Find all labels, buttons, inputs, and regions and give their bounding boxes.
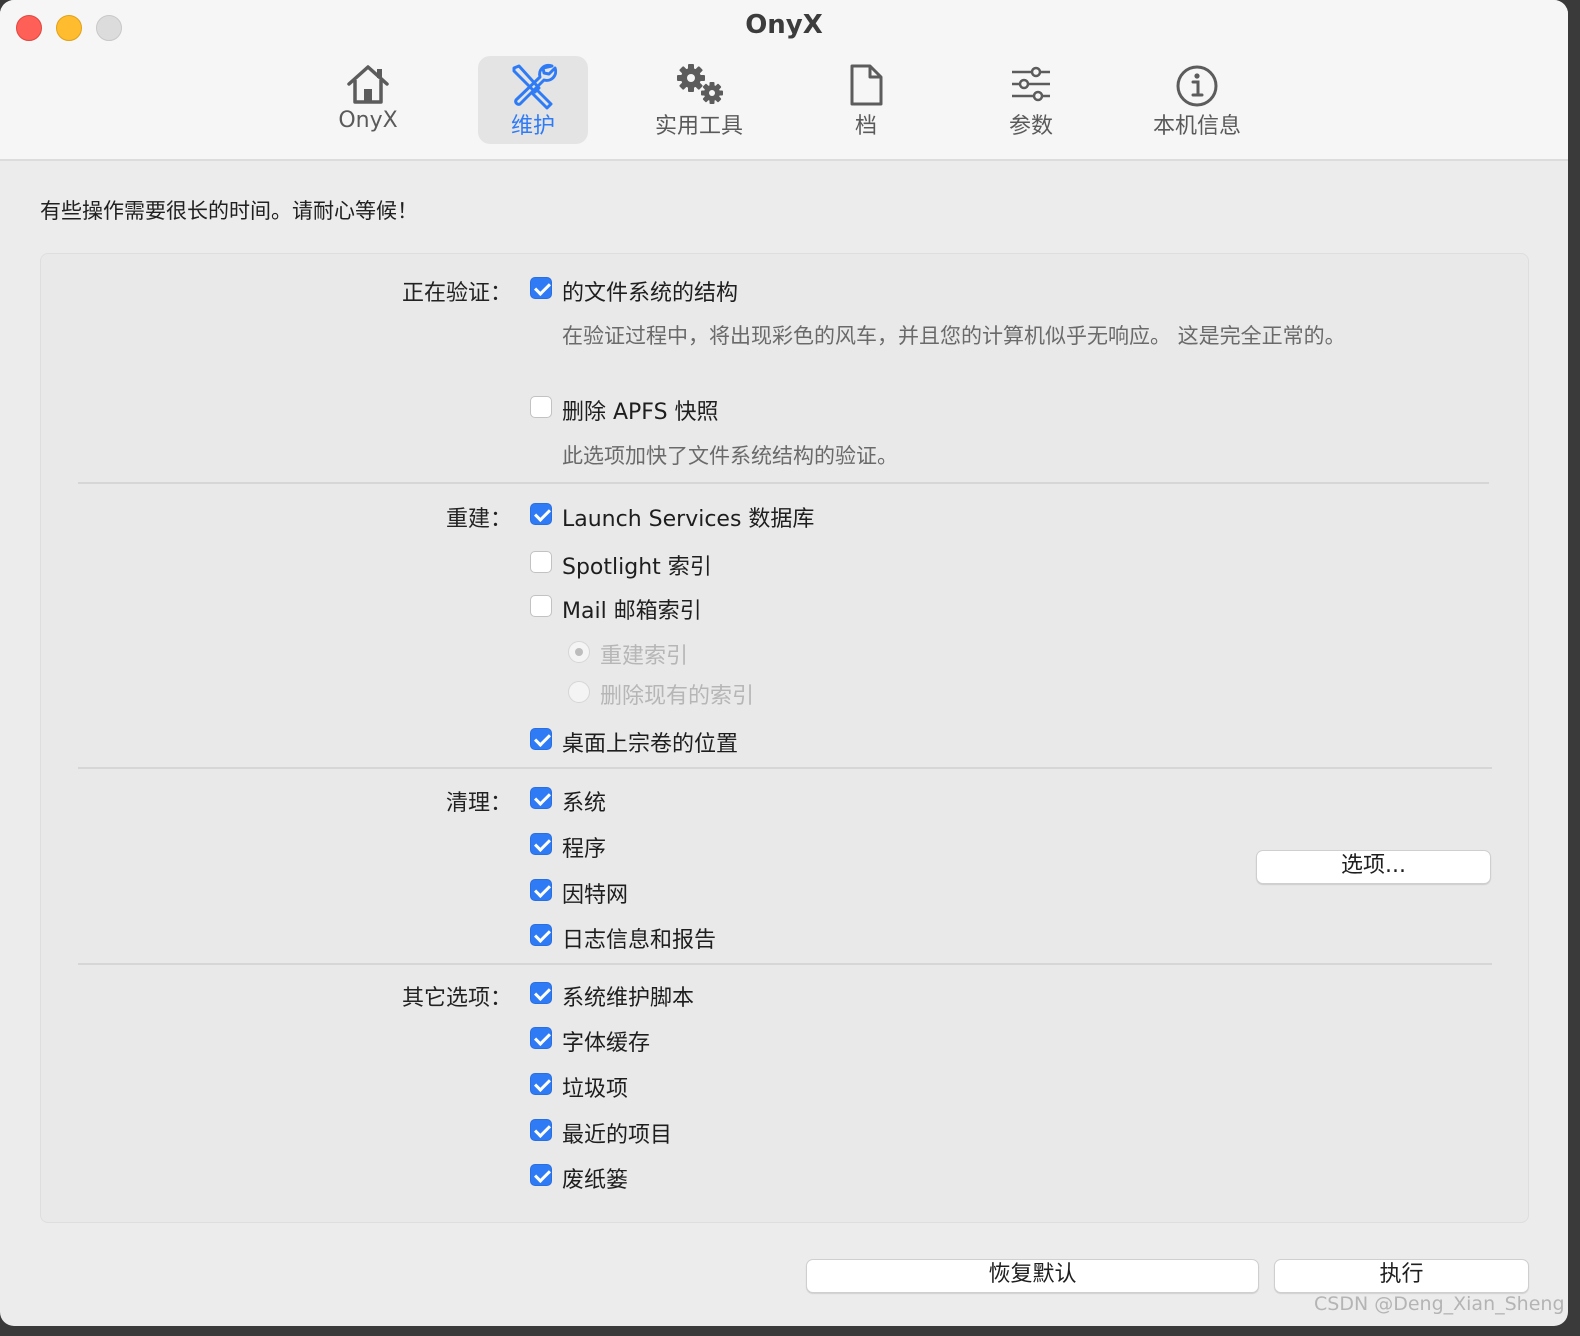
- font-cache-checkbox[interactable]: [530, 1027, 552, 1049]
- patience-notice: 有些操作需要很长的时间。请耐心等候！: [40, 199, 418, 223]
- verify-fs-structure-checkbox[interactable]: [530, 277, 552, 299]
- delete-existing-index-label[interactable]: 删除现有的索引: [600, 678, 754, 710]
- tab-utilities[interactable]: 实用工具: [644, 56, 754, 144]
- section-divider: [78, 767, 1492, 769]
- trash-checkbox[interactable]: [530, 1164, 552, 1186]
- section-divider: [78, 482, 1489, 484]
- verify-fs-structure-label[interactable]: 的文件系统的结构: [562, 275, 738, 307]
- desktop-volumes-checkbox[interactable]: [530, 728, 552, 750]
- mail-index-checkbox[interactable]: [530, 595, 552, 617]
- other-options-section-label: 其它选项：: [401, 986, 512, 1011]
- spotlight-index-checkbox[interactable]: [530, 551, 552, 573]
- delete-existing-index-radio[interactable]: [568, 681, 590, 703]
- section-divider: [78, 963, 1492, 965]
- recent-items-label[interactable]: 最近的项目: [562, 1117, 672, 1149]
- cleanup-options-button[interactable]: 选项...: [1256, 850, 1491, 884]
- verify-section-label: 正在验证：: [401, 281, 512, 306]
- cleanup-section-label: 清理：: [445, 791, 512, 816]
- tab-maintenance[interactable]: 维护: [478, 56, 588, 144]
- tab-info[interactable]: 本机信息: [1142, 56, 1252, 144]
- junk-items-label[interactable]: 垃圾项: [562, 1071, 628, 1103]
- mail-index-label[interactable]: Mail 邮箱索引: [562, 593, 702, 625]
- tab-label: OnyX: [338, 108, 398, 133]
- cleanup-system-checkbox[interactable]: [530, 787, 552, 809]
- cleanup-internet-label[interactable]: 因特网: [562, 877, 628, 909]
- wrench-screwdriver-icon: [478, 62, 588, 110]
- maintenance-scripts-checkbox[interactable]: [530, 982, 552, 1004]
- execute-button[interactable]: 执行: [1274, 1259, 1529, 1293]
- junk-items-checkbox[interactable]: [530, 1073, 552, 1095]
- restore-defaults-button[interactable]: 恢复默认: [806, 1259, 1259, 1293]
- tab-label: 档: [854, 114, 877, 139]
- csdn-watermark: CSDN @Deng_Xian_Sheng: [1314, 1293, 1565, 1315]
- rebuild-index-radio[interactable]: [568, 641, 590, 663]
- tab-label: 本机信息: [1152, 114, 1241, 139]
- onyx-window: OnyX OnyX 维护 实用工具 档 参数 本机信息 有些操作需要很长的时间。…: [0, 0, 1568, 1326]
- tab-label: 参数: [1008, 114, 1053, 139]
- tab-label: 维护: [510, 114, 555, 139]
- cleanup-system-label[interactable]: 系统: [562, 785, 606, 817]
- toolbar: OnyX OnyX 维护 实用工具 档 参数 本机信息: [0, 0, 1568, 161]
- cleanup-applications-label[interactable]: 程序: [562, 831, 606, 863]
- maintenance-panel: [40, 253, 1529, 1223]
- tab-files[interactable]: 档: [811, 56, 921, 144]
- launch-services-label[interactable]: Launch Services 数据库: [562, 501, 814, 533]
- cleanup-applications-checkbox[interactable]: [530, 833, 552, 855]
- trash-label[interactable]: 废纸篓: [562, 1162, 628, 1194]
- font-cache-label[interactable]: 字体缓存: [562, 1025, 650, 1057]
- launch-services-checkbox[interactable]: [530, 503, 552, 525]
- recent-items-checkbox[interactable]: [530, 1119, 552, 1141]
- document-icon: [811, 62, 921, 108]
- desktop-volumes-label[interactable]: 桌面上宗卷的位置: [562, 726, 738, 758]
- verify-fs-description: 在验证过程中，将出现彩色的风车，并且您的计算机似乎无响应。 这是完全正常的。: [562, 324, 1346, 348]
- tab-parameters[interactable]: 参数: [976, 56, 1086, 144]
- gears-icon: [644, 62, 754, 108]
- tab-label: 实用工具: [654, 114, 743, 139]
- cleanup-internet-checkbox[interactable]: [530, 879, 552, 901]
- spotlight-index-label[interactable]: Spotlight 索引: [562, 549, 712, 581]
- delete-apfs-snapshots-label[interactable]: 删除 APFS 快照: [562, 394, 719, 426]
- window-title: OnyX: [745, 10, 823, 40]
- cleanup-logs-label[interactable]: 日志信息和报告: [562, 922, 716, 954]
- delete-apfs-snapshots-checkbox[interactable]: [530, 396, 552, 418]
- apfs-description: 此选项加快了文件系统结构的验证。: [562, 444, 898, 468]
- rebuild-section-label: 重建：: [445, 507, 512, 532]
- sliders-icon: [976, 62, 1086, 108]
- maintenance-scripts-label[interactable]: 系统维护脚本: [562, 980, 694, 1012]
- info-icon: [1142, 62, 1252, 108]
- house-icon: [313, 62, 423, 108]
- rebuild-index-label[interactable]: 重建索引: [600, 638, 688, 670]
- tab-onyx[interactable]: OnyX: [313, 56, 423, 144]
- cleanup-logs-checkbox[interactable]: [530, 924, 552, 946]
